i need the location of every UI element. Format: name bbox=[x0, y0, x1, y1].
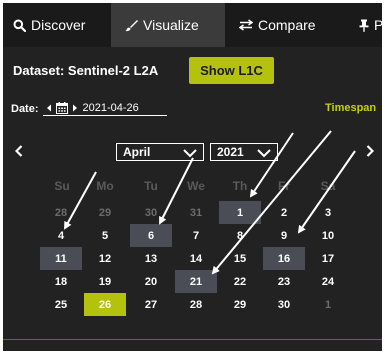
year-select-value: 2021 bbox=[217, 145, 244, 159]
tab-discover-label: Discover bbox=[31, 17, 86, 33]
calendar-day[interactable]: 14 bbox=[175, 247, 217, 270]
tab-pins-label: P bbox=[374, 17, 382, 33]
calendar-day[interactable]: 9 bbox=[263, 224, 305, 247]
divider bbox=[3, 339, 382, 340]
calendar-day[interactable]: 29 bbox=[84, 201, 126, 224]
weekday-header: We bbox=[187, 179, 205, 193]
visualize-panel: Discover Visualize Compare P Dataset: Se… bbox=[3, 3, 382, 351]
calendar-day[interactable]: 4 bbox=[40, 224, 82, 247]
tab-compare[interactable]: Compare bbox=[239, 3, 316, 47]
tab-visualize-label: Visualize bbox=[143, 17, 199, 33]
date-label: Date: bbox=[11, 103, 39, 115]
tab-bar: Discover Visualize Compare P bbox=[3, 3, 382, 47]
weekday-header: Tu bbox=[144, 179, 158, 193]
calendar-day[interactable]: 6 bbox=[130, 224, 172, 247]
calendar-icon[interactable] bbox=[55, 102, 68, 114]
chevron-left-icon bbox=[14, 145, 23, 157]
tab-compare-label: Compare bbox=[258, 17, 316, 33]
calendar-day[interactable]: 18 bbox=[40, 270, 82, 293]
pin-icon bbox=[359, 19, 369, 32]
calendar-day[interactable]: 31 bbox=[175, 201, 217, 224]
calendar-day[interactable]: 7 bbox=[175, 224, 217, 247]
search-icon bbox=[13, 19, 26, 32]
calendar-day[interactable]: 28 bbox=[175, 293, 217, 316]
month-select[interactable]: April bbox=[116, 143, 204, 161]
calendar-day[interactable]: 1 bbox=[307, 293, 349, 316]
calendar-day[interactable]: 30 bbox=[263, 293, 305, 316]
calendar-day[interactable]: 8 bbox=[219, 224, 261, 247]
calendar-day[interactable]: 16 bbox=[263, 247, 305, 270]
previous-month-button[interactable] bbox=[14, 144, 23, 162]
timespan-link[interactable]: Timespan bbox=[325, 102, 376, 114]
weekday-header: Fr bbox=[278, 179, 290, 193]
weekday-header: Sa bbox=[320, 179, 336, 193]
calendar-day[interactable]: 28 bbox=[40, 201, 82, 224]
calendar-day[interactable]: 24 bbox=[307, 270, 349, 293]
date-picker-field[interactable]: 2021-04-26 bbox=[42, 102, 167, 116]
calendar-day[interactable]: 27 bbox=[130, 293, 172, 316]
calendar-day[interactable]: 22 bbox=[219, 270, 261, 293]
month-select-value: April bbox=[123, 145, 151, 159]
calendar-day[interactable]: 11 bbox=[40, 247, 82, 270]
tab-pins[interactable]: P bbox=[359, 3, 382, 47]
brush-icon bbox=[125, 19, 138, 32]
chevron-right-icon bbox=[366, 145, 375, 157]
calendar-day[interactable]: 21 bbox=[175, 270, 217, 293]
previous-date-icon[interactable] bbox=[46, 104, 52, 112]
calendar-day[interactable]: 12 bbox=[84, 247, 126, 270]
tab-visualize[interactable]: Visualize bbox=[111, 3, 225, 47]
weekday-header: Su bbox=[54, 179, 70, 193]
calendar-day[interactable]: 20 bbox=[130, 270, 172, 293]
chevron-down-icon bbox=[257, 147, 271, 161]
calendar-day[interactable]: 26 bbox=[84, 293, 126, 316]
calendar-day[interactable]: 19 bbox=[84, 270, 126, 293]
next-date-icon[interactable] bbox=[72, 104, 78, 112]
calendar-day[interactable]: 5 bbox=[84, 224, 126, 247]
calendar-day[interactable]: 29 bbox=[219, 293, 261, 316]
calendar-day[interactable]: 30 bbox=[130, 201, 172, 224]
calendar-day[interactable]: 23 bbox=[263, 270, 305, 293]
chevron-down-icon bbox=[183, 147, 197, 161]
dataset-label: Dataset: Sentinel-2 L2A bbox=[13, 63, 159, 78]
calendar-day[interactable]: 10 bbox=[307, 224, 349, 247]
tab-discover[interactable]: Discover bbox=[13, 3, 85, 47]
calendar-day[interactable]: 25 bbox=[40, 293, 82, 316]
year-select[interactable]: 2021 bbox=[210, 143, 278, 161]
calendar-day[interactable]: 15 bbox=[219, 247, 261, 270]
date-value: 2021-04-26 bbox=[82, 102, 139, 114]
calendar-day[interactable]: 17 bbox=[307, 247, 349, 270]
calendar-day[interactable]: 3 bbox=[307, 201, 349, 224]
show-l1c-button[interactable]: Show L1C bbox=[189, 57, 274, 84]
next-month-button[interactable] bbox=[366, 144, 375, 162]
swap-arrows-icon bbox=[239, 19, 253, 31]
calendar-day[interactable]: 1 bbox=[219, 201, 261, 224]
weekday-header: Th bbox=[232, 179, 248, 193]
calendar-day[interactable]: 2 bbox=[263, 201, 305, 224]
calendar-day[interactable]: 13 bbox=[130, 247, 172, 270]
weekday-header: Mo bbox=[96, 179, 114, 193]
date-row: Date: 2021-04-26 bbox=[11, 100, 167, 118]
